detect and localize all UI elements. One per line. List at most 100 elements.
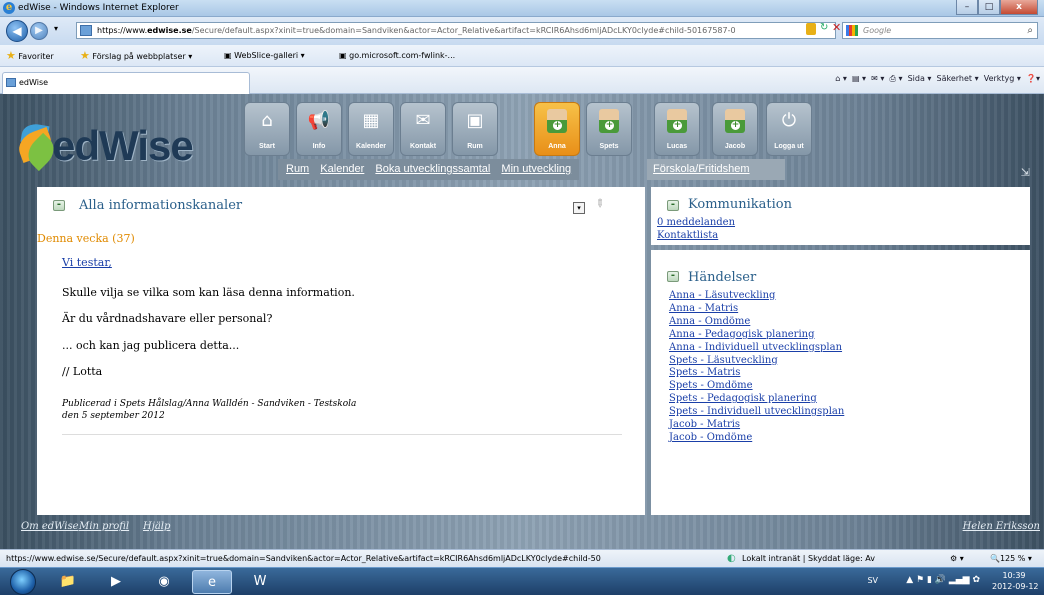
tools-menu[interactable]: Verktyg ▾ bbox=[984, 74, 1021, 83]
nav-lucas[interactable]: + Lucas bbox=[654, 102, 700, 156]
subnav-min-utveckling[interactable]: Min utveckling bbox=[501, 163, 571, 175]
minimize-panel-button[interactable]: - bbox=[53, 200, 65, 211]
event-link[interactable]: Anna - Matris bbox=[669, 303, 844, 316]
profile-link[interactable]: Min profil bbox=[79, 521, 129, 532]
chrome-taskbar-icon[interactable]: ◉ bbox=[144, 570, 184, 594]
event-link[interactable]: Spets - Individuell utvecklingsplan bbox=[669, 406, 844, 419]
lock-icon[interactable] bbox=[806, 23, 816, 35]
feeds-icon[interactable]: ▤ ▾ bbox=[852, 74, 866, 83]
event-link[interactable]: Anna - Läsutveckling bbox=[669, 290, 844, 303]
post-line: Är du vårdnadshavare eller personal? bbox=[62, 312, 273, 325]
page-menu[interactable]: Sida ▾ bbox=[908, 74, 932, 83]
stop-icon[interactable]: ✕ bbox=[832, 21, 841, 34]
subnav: Rum Kalender Boka utvecklingssamtal Min … bbox=[278, 159, 580, 180]
ie-page-icon: ▣ bbox=[224, 51, 232, 60]
nav-logout[interactable]: ⏻ Logga ut bbox=[766, 102, 812, 156]
event-link[interactable]: Spets - Matris bbox=[669, 367, 844, 380]
about-link[interactable]: Om edWise bbox=[21, 521, 79, 532]
minimize-button[interactable]: – bbox=[956, 0, 978, 15]
status-url: https://www.edwise.se/Secure/default.asp… bbox=[6, 554, 601, 563]
history-dropdown-icon[interactable]: ▾ bbox=[54, 24, 58, 33]
tab-edwise[interactable]: edWise bbox=[2, 72, 250, 94]
fav-suggested-sites[interactable]: ★ Förslag på webbplatser ▾ bbox=[80, 45, 192, 68]
messages-link[interactable]: 0 meddelanden bbox=[657, 217, 735, 228]
box-icon: ▣ bbox=[466, 110, 484, 131]
contacts-link[interactable]: Kontaktlista bbox=[657, 230, 718, 241]
event-link[interactable]: Spets - Omdöme bbox=[669, 380, 844, 393]
taskbar: 📁 ▶ ◉ e W SV ▲ ⚑ ▮ 🔊 ▂▄▆ ✿ 10:39 2012-09… bbox=[0, 567, 1044, 595]
refresh-icon[interactable]: ↻ bbox=[820, 22, 828, 33]
page-icon bbox=[80, 25, 92, 36]
edwise-logo[interactable]: edWise bbox=[14, 120, 238, 180]
intranet-icon: ◐ bbox=[727, 553, 736, 564]
event-link[interactable]: Spets - Pedagogisk planering bbox=[669, 393, 844, 406]
event-link[interactable]: Anna - Pedagogisk planering bbox=[669, 329, 844, 342]
nav-rum[interactable]: ▣ Rum bbox=[452, 102, 498, 156]
clock-time[interactable]: 10:39 bbox=[994, 571, 1034, 580]
maximize-button[interactable]: □ bbox=[978, 0, 1000, 15]
event-link[interactable]: Spets - Läsutveckling bbox=[669, 355, 844, 368]
close-button[interactable]: x bbox=[1000, 0, 1038, 15]
nav-kontakt[interactable]: ✉ Kontakt bbox=[400, 102, 446, 156]
tray-icons[interactable]: ▲ ⚑ ▮ 🔊 ▂▄▆ ✿ bbox=[906, 575, 980, 585]
security-zone[interactable]: Lokalt intranät | Skyddat läge: Av bbox=[742, 550, 875, 567]
fav-label: WebSlice-galleri ▾ bbox=[234, 51, 305, 60]
subnav-kalender[interactable]: Kalender bbox=[320, 163, 364, 175]
url-input[interactable]: https://www.edwise.se/Secure/default.asp… bbox=[76, 22, 836, 39]
fav-webslice[interactable]: ▣ WebSlice-galleri ▾ bbox=[224, 45, 305, 67]
child-avatar-icon: + bbox=[725, 109, 745, 133]
home-icon: ⌂ bbox=[261, 110, 273, 131]
minimize-panel-button[interactable]: - bbox=[667, 200, 679, 211]
post-title-link[interactable]: Vi testar, bbox=[62, 256, 112, 269]
home-icon[interactable]: ⌂ ▾ bbox=[835, 74, 847, 83]
star-icon: ★ bbox=[6, 49, 16, 62]
nav-label: Jacob bbox=[724, 143, 746, 150]
back-button[interactable]: ◀ bbox=[6, 20, 28, 42]
handelser-panel: - Händelser Anna - Läsutveckling Anna - M… bbox=[651, 250, 1030, 515]
subnav-forskola[interactable]: Förskola/Fritidshem bbox=[653, 163, 750, 175]
fav-microsoft[interactable]: ▣ go.microsoft.com-fwlink-... bbox=[339, 45, 455, 67]
help-link[interactable]: Hjälp bbox=[143, 521, 170, 532]
event-link[interactable]: Jacob - Omdöme bbox=[669, 432, 844, 445]
nav-label: Anna bbox=[548, 143, 566, 150]
explorer-taskbar-icon[interactable]: 📁 bbox=[48, 570, 88, 594]
user-link[interactable]: Helen Eriksson bbox=[963, 521, 1040, 532]
nav-anna[interactable]: + Anna bbox=[534, 102, 580, 156]
mail-icon[interactable]: ✉ ▾ bbox=[871, 74, 884, 83]
event-link[interactable]: Jacob - Matris bbox=[669, 419, 844, 432]
word-taskbar-icon[interactable]: W bbox=[240, 570, 280, 594]
status-bar: https://www.edwise.se/Secure/default.asp… bbox=[0, 549, 1044, 567]
pin-icon[interactable]: ✎ bbox=[592, 196, 608, 212]
panel-title: Händelser bbox=[688, 270, 757, 285]
print-icon[interactable]: ⎙ ▾ bbox=[890, 74, 903, 83]
event-link[interactable]: Anna - Individuell utvecklingsplan bbox=[669, 342, 844, 355]
google-icon bbox=[846, 25, 858, 36]
dropdown-button[interactable]: ▾ bbox=[573, 202, 585, 214]
nav-label: Info bbox=[312, 143, 326, 150]
search-icon[interactable]: ⌕ bbox=[1027, 23, 1033, 38]
nav-kalender[interactable]: ▦ Kalender bbox=[348, 102, 394, 156]
safety-menu[interactable]: Säkerhet ▾ bbox=[937, 74, 979, 83]
language-indicator[interactable]: SV bbox=[867, 576, 878, 585]
clock-date[interactable]: 2012-09-12 bbox=[992, 582, 1039, 591]
collapse-icon[interactable]: ⇲ bbox=[1021, 166, 1030, 179]
event-link[interactable]: Anna - Omdöme bbox=[669, 316, 844, 329]
ie-taskbar-icon[interactable]: e bbox=[192, 570, 232, 594]
help-icon[interactable]: ❓▾ bbox=[1026, 74, 1040, 83]
nav-label: Start bbox=[259, 143, 275, 150]
start-button[interactable] bbox=[10, 569, 36, 595]
favorites-button[interactable]: ★ Favoriter bbox=[6, 45, 54, 68]
child-avatar-icon: + bbox=[547, 109, 567, 133]
subnav-rum[interactable]: Rum bbox=[286, 163, 309, 175]
media-player-taskbar-icon[interactable]: ▶ bbox=[96, 570, 136, 594]
nav-spets[interactable]: + Spets bbox=[586, 102, 632, 156]
search-input[interactable]: Google ⌕ bbox=[842, 22, 1038, 39]
nav-jacob[interactable]: + Jacob bbox=[712, 102, 758, 156]
forward-button[interactable]: ▶ bbox=[30, 22, 48, 40]
subnav-boka[interactable]: Boka utvecklingssamtal bbox=[375, 163, 490, 175]
minimize-panel-button[interactable]: - bbox=[667, 271, 679, 282]
protected-mode-icon[interactable]: ⚙ ▾ bbox=[950, 550, 964, 567]
zoom-level[interactable]: 🔍125 % ▾ bbox=[990, 550, 1032, 567]
nav-start[interactable]: ⌂ Start bbox=[244, 102, 290, 156]
nav-info[interactable]: 📢 Info bbox=[296, 102, 342, 156]
